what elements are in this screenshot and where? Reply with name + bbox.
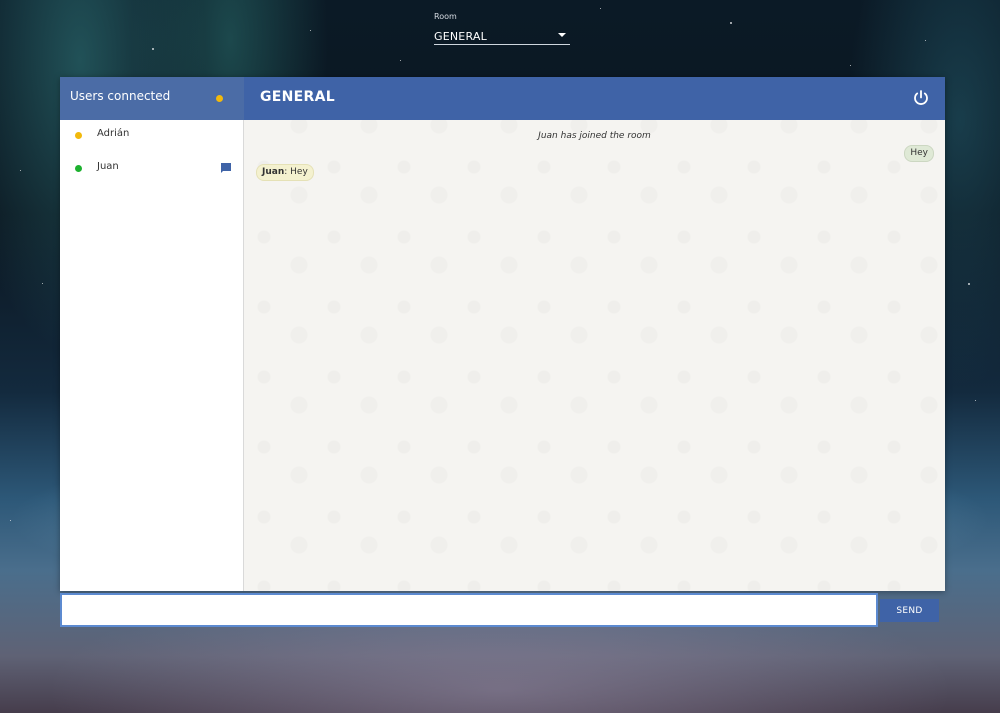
chat-panel: Users connected Adrián Juan GENERAL Juan… — [60, 77, 945, 591]
chat-area: GENERAL Juan has joined the room Hey Jua… — [244, 77, 945, 591]
dropdown-caret-icon[interactable] — [558, 33, 566, 37]
message-input[interactable] — [60, 593, 878, 627]
user-name: Juan — [97, 161, 119, 172]
room-dropdown[interactable]: GENERAL — [434, 25, 570, 45]
user-list: Adrián Juan — [60, 120, 243, 186]
room-selector[interactable]: Room GENERAL — [434, 12, 570, 45]
message-text: : Hey — [284, 167, 308, 177]
user-name: Adrián — [97, 128, 130, 139]
users-sidebar: Users connected Adrián Juan — [60, 77, 244, 591]
room-selected-value: GENERAL — [434, 30, 487, 43]
user-item-juan[interactable]: Juan — [60, 153, 243, 186]
message-icon[interactable] — [220, 162, 232, 174]
own-status-dot — [216, 95, 223, 102]
users-sidebar-header: Users connected — [60, 77, 244, 120]
user-item-adrian[interactable]: Adrián — [60, 120, 243, 153]
own-message-bubble: Hey — [904, 145, 934, 162]
room-title: GENERAL — [260, 89, 335, 105]
users-connected-title: Users connected — [70, 89, 171, 103]
power-icon[interactable] — [912, 89, 930, 107]
send-button[interactable]: SEND — [880, 599, 939, 622]
room-label: Room — [434, 12, 457, 21]
online-status-dot — [75, 165, 82, 172]
incoming-message-bubble: Juan: Hey — [256, 164, 314, 181]
system-message: Juan has joined the room — [538, 131, 651, 141]
away-status-dot — [75, 132, 82, 139]
message-author: Juan — [262, 167, 285, 177]
chat-header: GENERAL — [244, 77, 945, 120]
